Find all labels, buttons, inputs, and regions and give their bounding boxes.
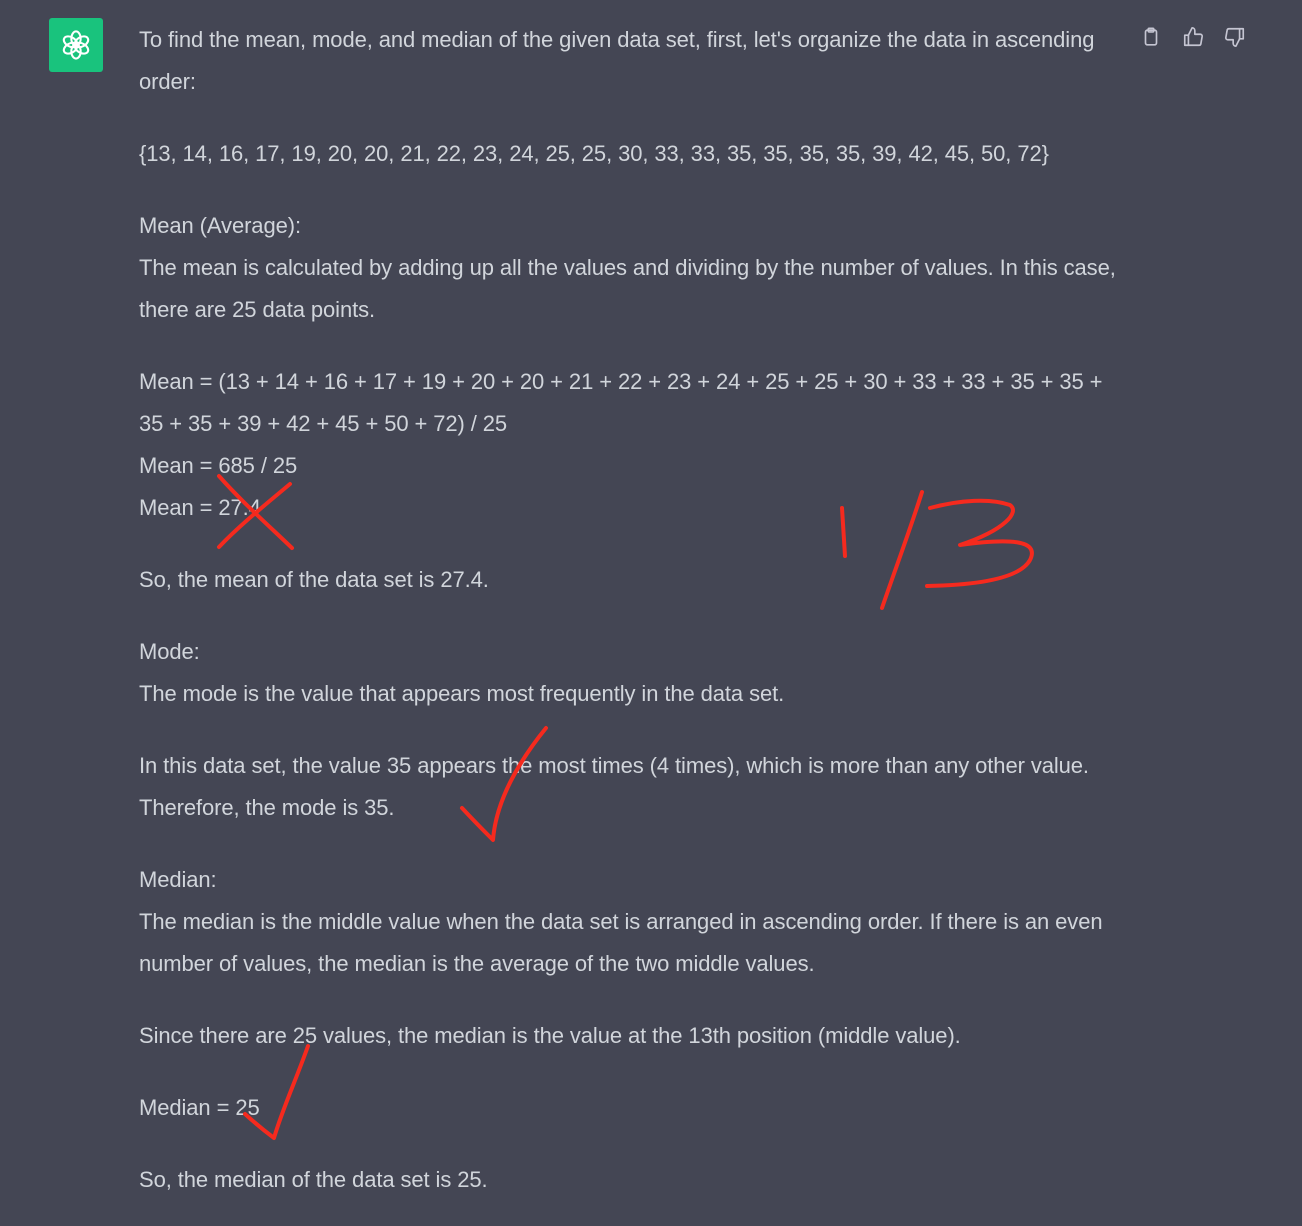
mean-explanation: The mean is calculated by adding up all … xyxy=(139,255,1116,322)
median-result: Median = 25 xyxy=(139,1095,260,1120)
thumbs-down-icon xyxy=(1225,27,1245,47)
mean-calculation: Mean = (13 + 14 + 16 + 17 + 19 + 20 + 20… xyxy=(139,361,1129,529)
mean-conclusion: So, the mean of the data set is 27.4. xyxy=(139,567,489,592)
mean-formula: Mean = (13 + 14 + 16 + 17 + 19 + 20 + 20… xyxy=(139,369,1103,436)
sorted-data: {13, 14, 16, 17, 19, 20, 20, 21, 22, 23,… xyxy=(139,141,1049,166)
mean-section: Mean (Average): The mean is calculated b… xyxy=(139,205,1129,331)
median-detail: Since there are 25 values, the median is… xyxy=(139,1023,961,1048)
median-section: Median: The median is the middle value w… xyxy=(139,859,1129,985)
message-toolbar xyxy=(1134,22,1252,52)
mean-result: Mean = 27.4 xyxy=(139,495,261,520)
copy-button[interactable] xyxy=(1134,22,1168,52)
mode-detail: In this data set, the value 35 appears t… xyxy=(139,753,1089,820)
assistant-message: To find the mean, mode, and median of th… xyxy=(139,19,1129,1201)
mode-section: Mode: The mode is the value that appears… xyxy=(139,631,1129,715)
median-conclusion: So, the median of the data set is 25. xyxy=(139,1167,488,1192)
openai-logo-icon xyxy=(62,30,90,60)
mode-explanation: The mode is the value that appears most … xyxy=(139,681,785,706)
mean-heading: Mean (Average): xyxy=(139,213,301,238)
assistant-avatar xyxy=(49,18,103,72)
thumbs-up-button[interactable] xyxy=(1176,22,1210,52)
mode-heading: Mode: xyxy=(139,639,200,664)
median-explanation: The median is the middle value when the … xyxy=(139,909,1103,976)
median-heading: Median: xyxy=(139,867,217,892)
intro-paragraph: To find the mean, mode, and median of th… xyxy=(139,27,1095,94)
thumbs-down-button[interactable] xyxy=(1218,22,1252,52)
clipboard-icon xyxy=(1144,27,1158,46)
thumbs-up-icon xyxy=(1183,27,1203,47)
mean-step: Mean = 685 / 25 xyxy=(139,453,298,478)
